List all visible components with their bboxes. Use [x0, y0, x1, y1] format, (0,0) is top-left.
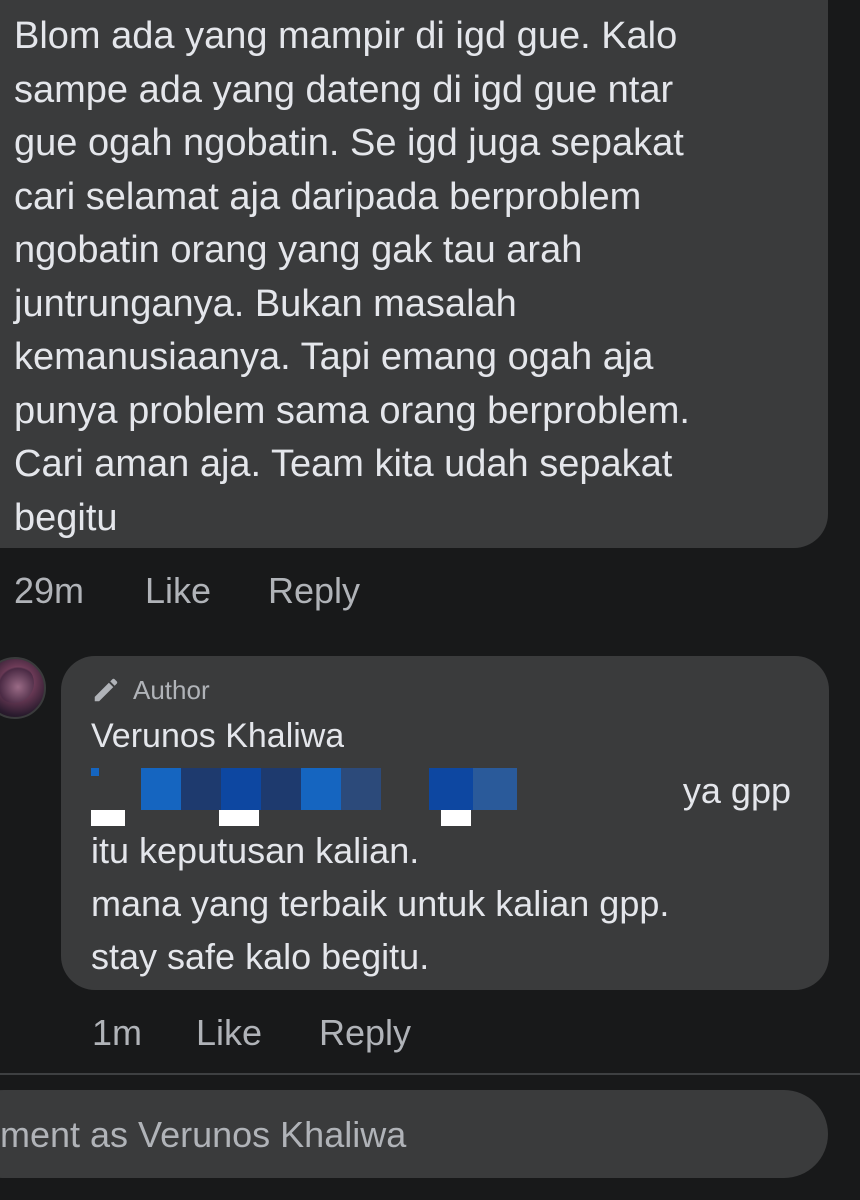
reply-line: mana yang terbaik untuk kalian gpp.	[91, 883, 670, 924]
divider	[0, 1073, 860, 1075]
reply-button[interactable]: Reply	[268, 570, 360, 612]
reply-author-name[interactable]: Verunos Khaliwa	[91, 714, 344, 754]
reply-line: itu keputusan kalian.	[91, 830, 420, 871]
reply-actions: 1m Like Reply	[92, 1008, 411, 1058]
redaction-blocks	[91, 766, 521, 830]
reply-bubble: Author Verunos Khaliwa ya gpp itu keputu…	[61, 656, 829, 990]
reply-timestamp: 1m	[92, 1012, 143, 1053]
author-badge: Author	[91, 672, 210, 708]
comment-actions: 29m Like Reply	[14, 566, 360, 616]
comment-text: Blom ada yang mampir di igd gue. Kalo sa…	[14, 15, 690, 539]
comment-input-placeholder[interactable]: ment as Verunos Khaliwa	[0, 1112, 700, 1158]
reply-text: itu keputusan kalian. mana yang terbaik …	[91, 824, 811, 983]
pencil-icon	[94, 678, 118, 702]
like-button[interactable]: Like	[196, 1012, 319, 1054]
comment-thread: Blom ada yang mampir di igd gue. Kalo sa…	[0, 0, 860, 1200]
reply-line: stay safe kalo begitu.	[91, 936, 430, 977]
comment-bubble: Blom ada yang mampir di igd gue. Kalo sa…	[0, 0, 828, 548]
reply-first-line-end: ya gpp	[682, 770, 791, 811]
avatar[interactable]	[0, 657, 46, 719]
like-button[interactable]: Like	[145, 570, 268, 612]
comment-timestamp: 29m	[14, 570, 85, 611]
reply-button[interactable]: Reply	[319, 1012, 411, 1054]
author-badge-label: Author	[133, 674, 210, 705]
